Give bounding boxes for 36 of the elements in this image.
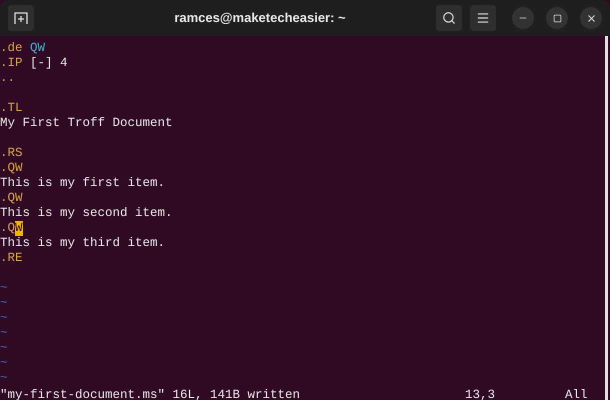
- macro-text: .RE: [0, 251, 23, 266]
- maximize-icon: [552, 14, 562, 22]
- search-icon: [442, 11, 456, 25]
- line-text: This is my first item.: [0, 176, 166, 191]
- line-text: [-] 4: [29, 56, 68, 71]
- tilde-marker: ~: [0, 371, 8, 386]
- macro-text: .TL: [0, 101, 23, 116]
- tilde-marker: ~: [0, 341, 8, 356]
- menu-icon: [476, 11, 490, 25]
- tilde-marker: ~: [0, 296, 8, 311]
- macro-text: .IP: [0, 56, 23, 71]
- tilde-marker: ~: [0, 311, 8, 326]
- menu-button[interactable]: [470, 5, 496, 31]
- macro-text: .QW: [0, 191, 23, 206]
- macro-text: .RS: [0, 146, 23, 161]
- close-button[interactable]: [580, 7, 602, 29]
- close-icon: [586, 12, 596, 24]
- macro-text: .Q: [0, 221, 16, 236]
- search-button[interactable]: [436, 5, 462, 31]
- macro-text: ..: [0, 71, 16, 86]
- line-text: This is my third item.: [0, 236, 166, 251]
- new-tab-icon: [14, 11, 28, 25]
- macro-text: .QW: [0, 161, 23, 176]
- tilde-marker: ~: [0, 326, 8, 341]
- line-text: This is my second item.: [0, 206, 173, 221]
- new-tab-button[interactable]: [8, 5, 34, 31]
- cursor-position: 13,3: [465, 388, 496, 400]
- maximize-button[interactable]: [546, 7, 568, 29]
- macro-text: .de: [0, 41, 24, 56]
- window-title: ramces@maketecheasier: ~: [174, 9, 346, 28]
- scroll-position: All: [565, 388, 589, 400]
- line-text: My First Troff Document: [0, 116, 173, 131]
- tilde-marker: ~: [0, 356, 8, 371]
- macro-name: QW: [30, 41, 46, 56]
- tilde-marker: ~: [0, 281, 8, 296]
- cursor-char: W: [15, 221, 23, 236]
